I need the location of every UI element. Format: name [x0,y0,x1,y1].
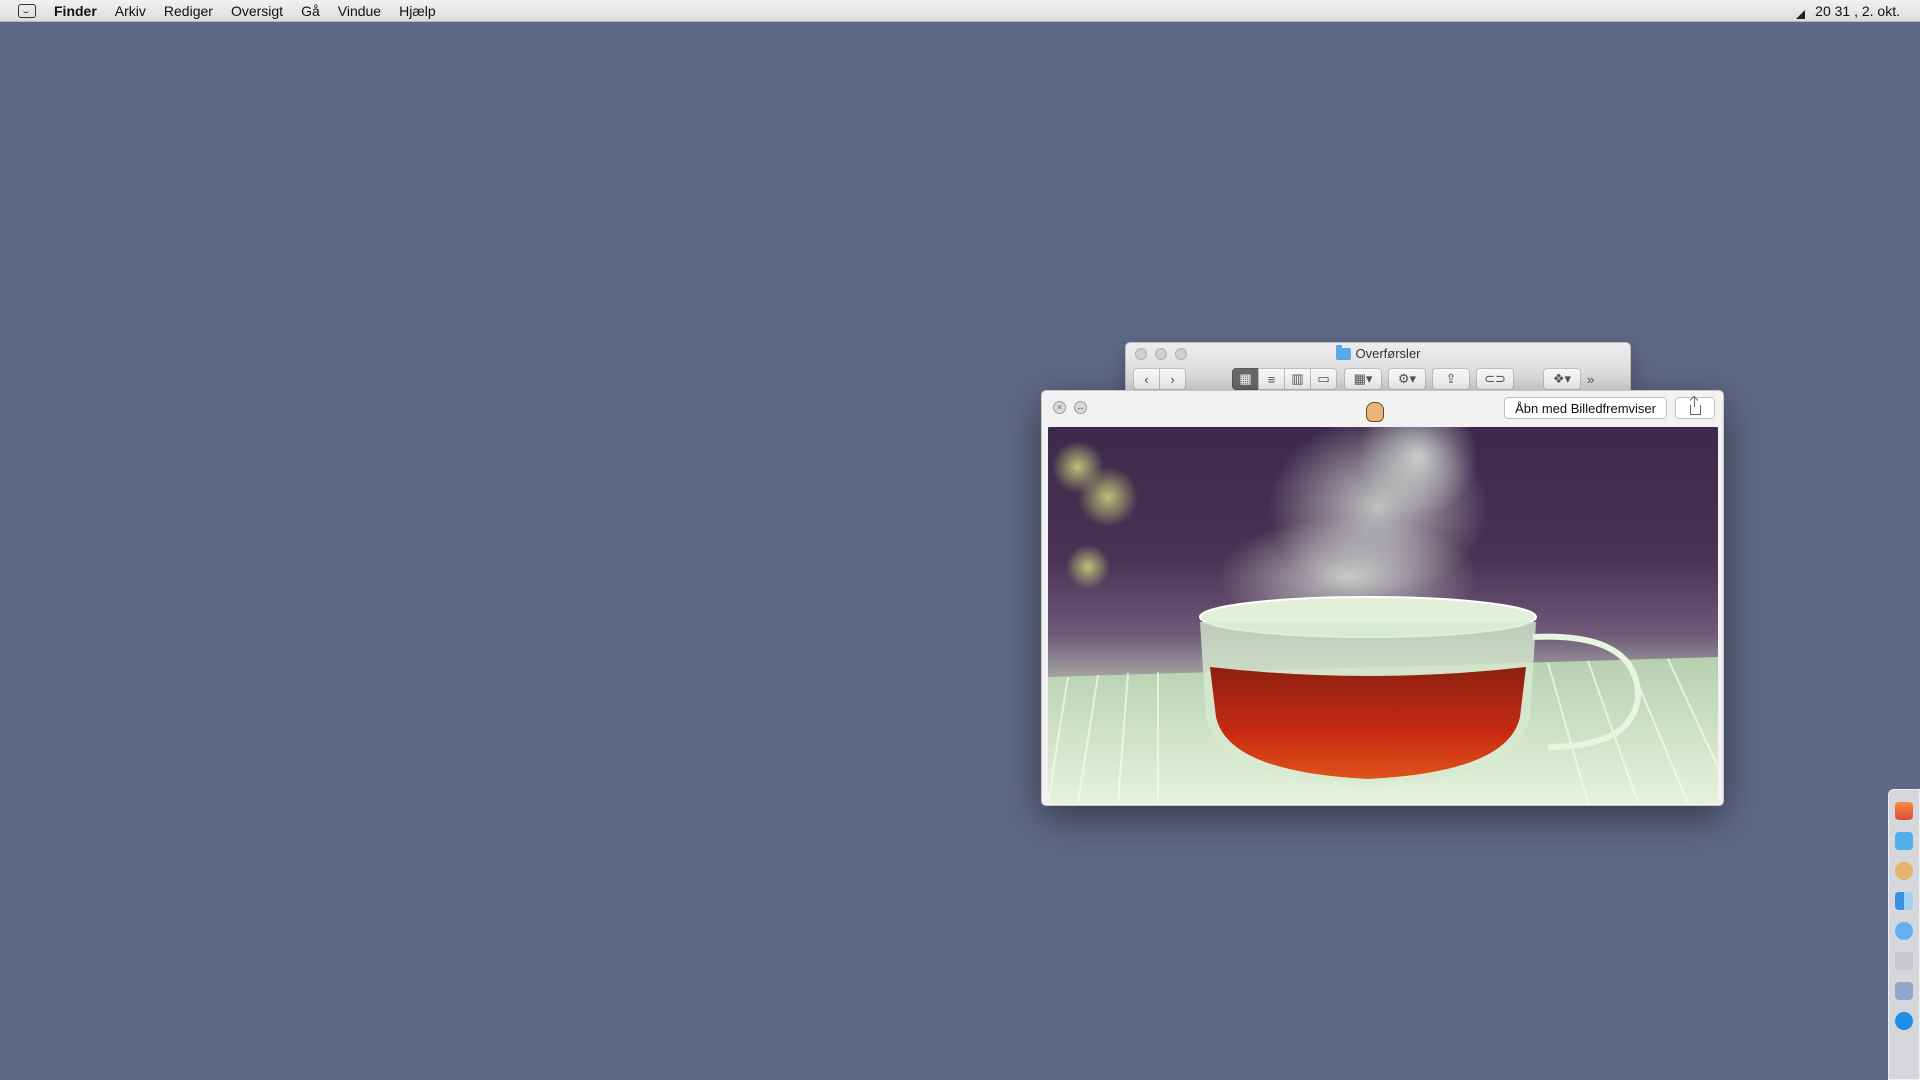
icon-view-button[interactable]: ▦ [1232,368,1259,390]
menu-ga[interactable]: Gå [292,3,329,19]
forward-button[interactable]: › [1159,368,1186,390]
hand-icon[interactable] [1895,862,1913,880]
messages-icon[interactable] [1895,922,1913,940]
gear-icon: ⚙▾ [1397,371,1417,386]
share-icon: ⇪ [1445,371,1457,386]
hand-cursor-icon [1366,402,1384,422]
list-view-button[interactable]: ≡ [1258,368,1285,390]
safari-icon[interactable] [1895,1012,1913,1030]
window-title: Overførsler [1126,344,1630,361]
share-toolbar-button[interactable]: ⇪ [1432,368,1470,390]
photos-icon[interactable] [1895,982,1913,1000]
overflow-chevron-icon[interactable]: » [1587,372,1594,387]
quicklook-controls: × ↔ [1053,401,1087,414]
share-icon [1689,397,1701,415]
back-button[interactable]: ‹ [1133,368,1160,390]
menubar-status: 20 31 , 2. okt. [1796,0,1900,22]
folder-icon[interactable] [1895,832,1913,850]
list-icon: ≡ [1267,371,1276,387]
arrange-button[interactable]: ▦▾ [1344,368,1382,390]
apple-icon[interactable] [1895,802,1913,820]
contacts-icon[interactable] [1895,952,1913,970]
column-view-button[interactable]: ▥ [1284,368,1311,390]
menu-hjaelp[interactable]: Hjælp [390,3,445,19]
dock [1888,789,1920,1080]
grid-icon: ▦ [1239,371,1252,386]
tag-button[interactable]: ⊂⊃ [1476,368,1514,390]
cover-flow-icon: ▭ [1317,371,1330,386]
open-with-preview-button[interactable]: Åbn med Billedfremviser [1504,397,1667,419]
finder-icon[interactable] [1895,892,1913,910]
action-button[interactable]: ⚙▾ [1388,368,1426,390]
dropbox-icon: ❖▾ [1552,371,1572,386]
menu-bar: Finder Arkiv Rediger Oversigt Gå Vindue … [0,0,1920,22]
chevron-left-icon: ‹ [1144,371,1149,387]
image-preview [1048,427,1718,803]
tag-icon: ⊂⊃ [1484,371,1506,386]
share-button[interactable] [1675,397,1715,419]
folder-icon [1335,344,1351,360]
signal-icon[interactable] [1796,9,1806,19]
chevron-right-icon: › [1170,371,1175,387]
menu-rediger[interactable]: Rediger [155,3,222,19]
cover-flow-button[interactable]: ▭ [1310,368,1337,390]
menu-arkiv[interactable]: Arkiv [106,3,155,19]
window-title-text: Overførsler [1355,346,1421,361]
tea-cup-photo [1048,427,1718,803]
nav-buttons: ‹ › [1133,368,1186,390]
fullscreen-icon[interactable]: ↔ [1074,401,1087,414]
view-buttons: ▦ ≡ ▥ ▭ [1232,368,1337,390]
finder-menu-icon[interactable] [18,3,36,18]
menu-finder[interactable]: Finder [54,3,106,19]
arrange-icon: ▦▾ [1353,371,1373,386]
menu-oversigt[interactable]: Oversigt [222,3,292,19]
dropbox-button[interactable]: ❖▾ [1543,368,1581,390]
close-icon[interactable]: × [1053,401,1066,414]
menu-vindue[interactable]: Vindue [329,3,390,19]
quicklook-window: × ↔ Åbn med Billedfremviser [1041,390,1724,806]
clock[interactable]: 20 31 , 2. okt. [1815,3,1900,19]
finder-toolbar: ‹ › ▦ ≡ ▥ ▭ ▦▾ ⚙▾ ⇪ ⊂⊃ ❖▾ » [1133,367,1626,391]
columns-icon: ▥ [1291,371,1304,386]
